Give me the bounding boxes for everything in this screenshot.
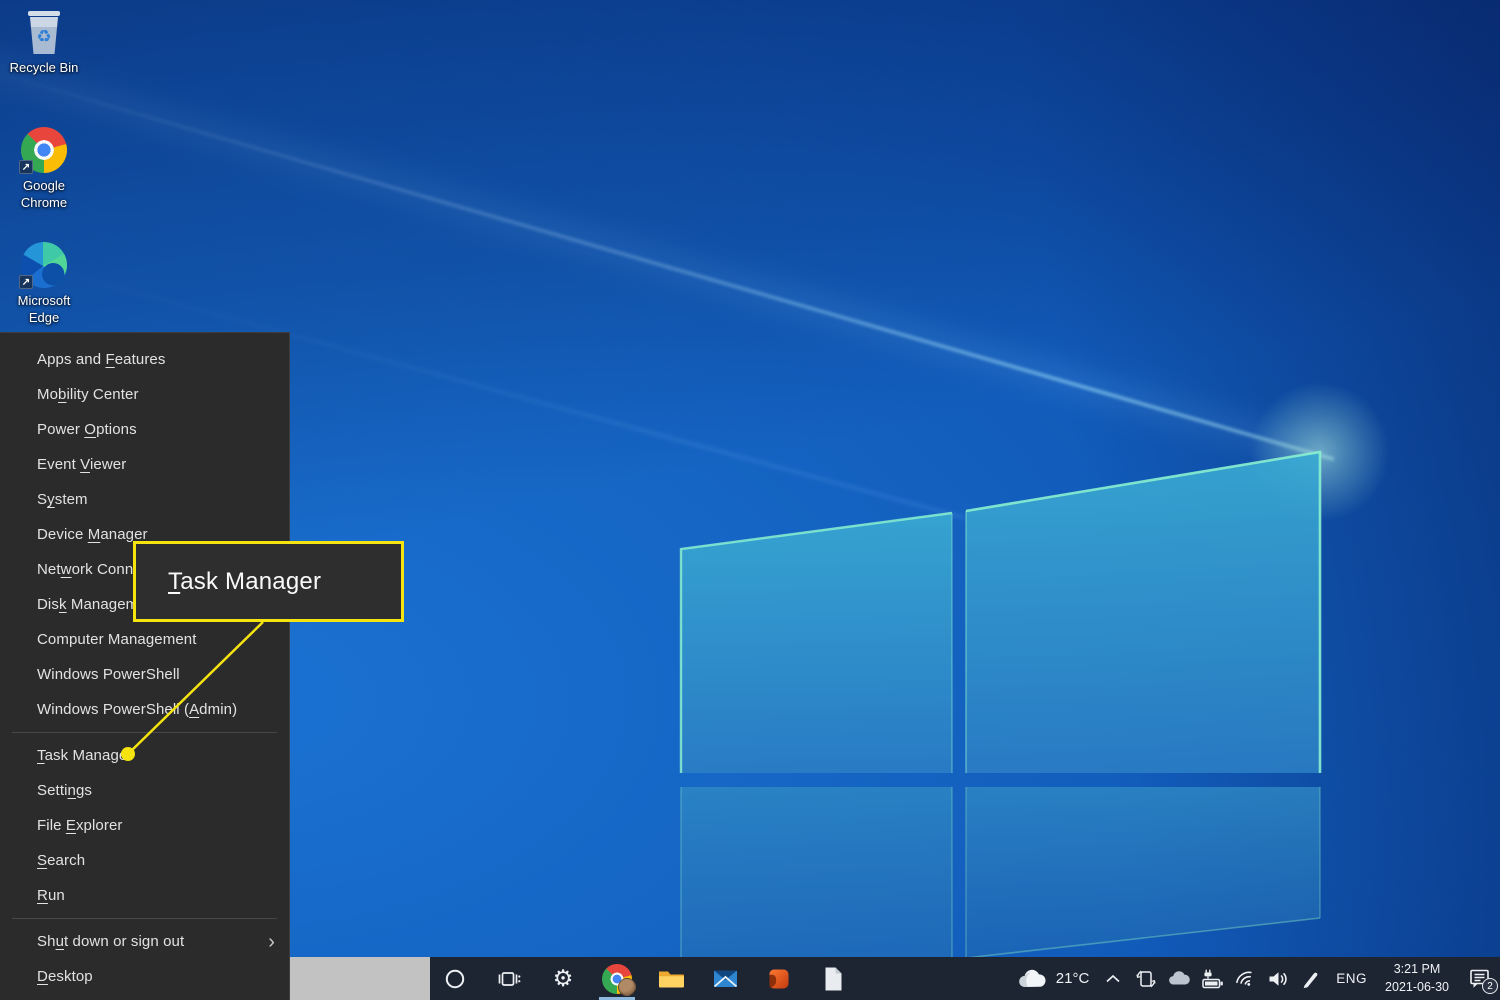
tray-windows-ink-pen[interactable] (1298, 957, 1324, 1000)
label: Search (37, 852, 85, 869)
chrome-profile-avatar (618, 978, 636, 996)
desktop-icon-label: Microsoft Edge (2, 293, 86, 327)
menu-item-shut-down-or-sign-out[interactable]: Shut down or sign out › (0, 924, 289, 959)
weather-widget[interactable]: 21°C (1012, 957, 1094, 1000)
taskbar-app-icons: ⚙ (432, 957, 856, 1000)
recycle-bin-icon: ♻ (21, 7, 67, 57)
menu-item-event-viewer[interactable]: Event Viewer (0, 447, 289, 482)
menu-item-power-options[interactable]: Power Options (0, 412, 289, 447)
pen-icon (1299, 967, 1323, 991)
wifi-icon (1233, 967, 1257, 991)
label: Power Options (37, 421, 137, 438)
desktop-icon-microsoft-edge[interactable]: ↗ Microsoft Edge (2, 239, 86, 327)
chrome-art: ↗ (19, 124, 69, 176)
onedrive-cloud-icon (1166, 967, 1192, 991)
recycle-bin-art: ♻ (19, 6, 69, 58)
taskbar-icon-cortana[interactable] (432, 957, 478, 1000)
desktop-icon-google-chrome[interactable]: ↗ Google Chrome (2, 124, 86, 212)
taskbar-clock[interactable]: 3:21 PM 2021-06-30 (1379, 961, 1455, 996)
label: Run (37, 887, 65, 904)
menu-item-mobility-center[interactable]: Mobility Center (0, 377, 289, 412)
menu-item-apps-and-features[interactable]: Apps and Features (0, 342, 289, 377)
tray-hidden-icons-chevron[interactable] (1100, 957, 1126, 1000)
menu-item-task-manager[interactable]: Task Manager (0, 738, 289, 773)
menu-item-windows-powershell[interactable]: Windows PowerShell (0, 657, 289, 692)
office-icon (766, 966, 792, 992)
task-view-icon (496, 967, 522, 991)
menu-item-file-explorer[interactable]: File Explorer (0, 808, 289, 843)
tray-icons (1100, 957, 1324, 1000)
tray-volume[interactable] (1265, 957, 1291, 1000)
taskbar-icon-document[interactable] (810, 957, 856, 1000)
taskbar-icon-office[interactable] (756, 957, 802, 1000)
battery-charging-icon (1200, 967, 1225, 991)
clock-date: 2021-06-30 (1385, 979, 1449, 997)
label: File Explorer (37, 817, 123, 834)
desktop-icon-label: Recycle Bin (10, 60, 79, 77)
menu-item-search[interactable]: Search (0, 843, 289, 878)
action-center-button[interactable]: 2 (1462, 957, 1498, 1000)
label: System (37, 491, 88, 508)
label: Event Viewer (37, 456, 126, 473)
taskbar-icon-mail[interactable] (702, 957, 748, 1000)
tray-language[interactable]: ENG (1331, 971, 1372, 986)
windows-desktop: ♻ Recycle Bin ↗ Google Chrome ↗ Microsoft Edg… (0, 0, 1500, 1000)
tray-rotation-lock[interactable] (1133, 957, 1159, 1000)
label: Computer Management (37, 631, 196, 648)
shortcut-arrow-icon: ↗ (19, 275, 33, 289)
label: Task Manager (37, 747, 132, 764)
volume-icon (1266, 967, 1290, 991)
label: Desktop (37, 968, 93, 985)
folder-icon (657, 966, 686, 991)
shortcut-arrow-icon: ↗ (19, 160, 33, 174)
menu-item-desktop[interactable]: Desktop (0, 959, 289, 994)
task-manager-callout: Task Manager (133, 541, 404, 622)
taskbar-icon-task-view[interactable] (486, 957, 532, 1000)
mail-envelope-icon (712, 966, 739, 991)
label: Shut down or sign out (37, 933, 184, 950)
cortana-circle-icon (443, 967, 467, 991)
menu-separator (12, 732, 277, 733)
tray-onedrive[interactable] (1166, 957, 1192, 1000)
taskbar-search-box[interactable] (290, 957, 430, 1000)
chevron-up-icon (1101, 967, 1125, 991)
gear-icon: ⚙ (553, 967, 574, 990)
taskbar-icon-settings[interactable]: ⚙ (540, 957, 586, 1000)
label: Mobility Center (37, 386, 139, 403)
menu-item-settings[interactable]: Settings (0, 773, 289, 808)
desktop-icon-label: Google Chrome (2, 178, 86, 212)
weather-temp: 21°C (1056, 970, 1090, 987)
label: Windows PowerShell (37, 666, 180, 683)
menu-item-run[interactable]: Run (0, 878, 289, 913)
label: Apps and Features (37, 351, 165, 368)
cloud-icon (1016, 967, 1048, 991)
taskbar-icon-google-chrome[interactable] (594, 957, 640, 1000)
menu-item-system[interactable]: System (0, 482, 289, 517)
label: Settings (37, 782, 92, 799)
label: Task Manager (168, 568, 321, 596)
menu-separator (12, 918, 277, 919)
chevron-right-icon: › (268, 932, 275, 952)
tray-battery-charging[interactable] (1199, 957, 1225, 1000)
label: Windows PowerShell (Admin) (37, 701, 237, 718)
desktop-icon-recycle-bin[interactable]: ♻ Recycle Bin (2, 6, 86, 77)
svg-text:♻: ♻ (36, 27, 51, 46)
chrome-icon (602, 964, 632, 994)
edge-art: ↗ (19, 239, 69, 291)
tray-wifi[interactable] (1232, 957, 1258, 1000)
taskbar-icon-file-explorer[interactable] (648, 957, 694, 1000)
system-tray: 21°C ENG 3:21 PM 2021-06-30 2 (1012, 957, 1498, 1000)
label: Device Manager (37, 526, 148, 543)
rotation-lock-icon (1134, 967, 1158, 991)
winx-menu: Apps and Features Mobility Center Power Op… (0, 332, 290, 1000)
menu-item-computer-management[interactable]: Computer Management (0, 622, 289, 657)
clock-time: 3:21 PM (1385, 961, 1449, 979)
menu-item-windows-powershell-admin[interactable]: Windows PowerShell (Admin) (0, 692, 289, 727)
document-icon (821, 965, 845, 993)
notification-badge: 2 (1482, 978, 1498, 994)
